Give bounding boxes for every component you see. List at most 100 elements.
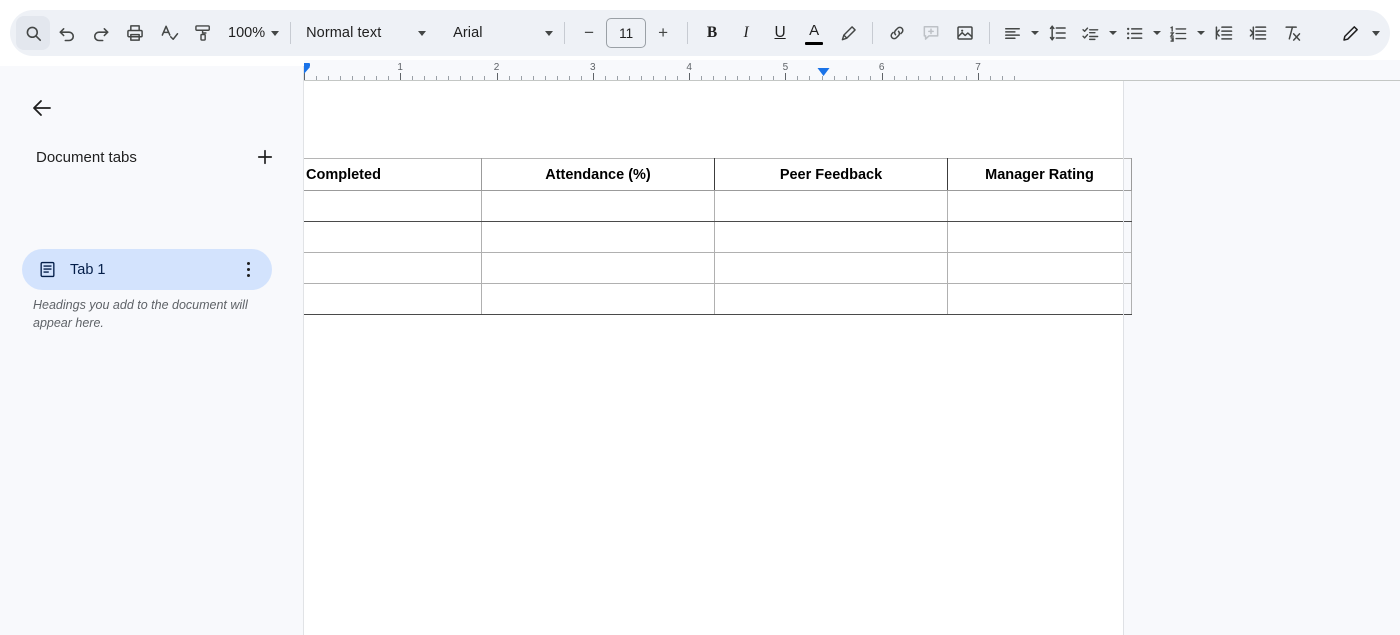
table-cell[interactable] — [482, 222, 715, 253]
table-cell[interactable] — [482, 191, 715, 222]
table-cell[interactable] — [948, 284, 1132, 315]
table-header-cell-attendance[interactable]: Attendance (%) — [482, 159, 715, 191]
align-left-icon — [1001, 16, 1023, 50]
increase-font-size-button[interactable]: + — [646, 16, 680, 50]
insert-link-icon[interactable] — [880, 16, 914, 50]
document-toolbar: 100% Normal text Arial − 11 + B — [0, 0, 1400, 66]
decrease-indent-icon[interactable] — [1207, 16, 1241, 50]
arrow-left-icon — [30, 96, 54, 120]
table-cell[interactable] — [304, 191, 482, 222]
table-cell[interactable] — [715, 191, 948, 222]
document-canvas[interactable]: Task Completed Attendance (%) Peer Feedb… — [304, 81, 1400, 635]
table-cell[interactable] — [948, 222, 1132, 253]
left-indent-marker[interactable] — [304, 67, 310, 75]
page-right-edge — [1123, 81, 1124, 635]
add-comment-icon[interactable] — [914, 16, 948, 50]
ruler-number: 2 — [494, 62, 500, 73]
checklist-control[interactable] — [1075, 16, 1119, 50]
back-button[interactable] — [22, 88, 62, 128]
clear-formatting-icon[interactable] — [1275, 16, 1309, 50]
ruler-number: 7 — [975, 62, 981, 73]
table-header-row: Task Completed Attendance (%) Peer Feedb… — [304, 159, 1132, 191]
document-ruler[interactable]: 1234567 — [304, 60, 1400, 81]
text-color-swatch — [805, 42, 823, 46]
ruler-number: 6 — [879, 62, 885, 73]
table-header-cell-peer-feedback[interactable]: Peer Feedback — [715, 159, 948, 191]
highlight-color-icon[interactable] — [831, 16, 865, 50]
document-tab-icon — [38, 260, 57, 279]
undo-icon[interactable] — [50, 16, 84, 50]
table-cell[interactable] — [715, 222, 948, 253]
numbered-list-control[interactable] — [1163, 16, 1207, 50]
ruler-number: 1 — [397, 62, 403, 73]
table-cell[interactable] — [482, 284, 715, 315]
table-cell[interactable] — [715, 284, 948, 315]
editing-mode-control[interactable] — [1332, 16, 1384, 50]
tab-options-icon[interactable] — [238, 259, 258, 281]
paint-format-icon[interactable] — [186, 16, 220, 50]
table-header-cell-task-completed[interactable]: Task Completed — [304, 159, 482, 191]
chevron-down-icon — [1197, 31, 1205, 35]
table-row — [304, 222, 1132, 253]
table-cell[interactable] — [948, 191, 1132, 222]
table-header-cell-manager-rating[interactable]: Manager Rating — [948, 159, 1132, 191]
toolbar-divider — [290, 22, 291, 44]
italic-button[interactable]: I — [729, 16, 763, 50]
table-cell[interactable] — [482, 253, 715, 284]
zoom-level-label: 100% — [228, 25, 265, 41]
table-cell[interactable] — [304, 222, 482, 253]
chevron-down-icon — [1153, 31, 1161, 35]
toolbar-pill: 100% Normal text Arial − 11 + B — [10, 10, 1390, 56]
document-tabs-hint: Headings you add to the document will ap… — [33, 296, 263, 332]
underline-label: U — [774, 24, 785, 42]
italic-label: I — [744, 24, 749, 42]
add-tab-button[interactable] — [250, 142, 280, 172]
font-size-value: 11 — [619, 26, 633, 41]
chevron-down-icon — [1109, 31, 1117, 35]
underline-button[interactable]: U — [763, 16, 797, 50]
table-cell[interactable] — [948, 253, 1132, 284]
increase-indent-icon[interactable] — [1241, 16, 1275, 50]
spellcheck-icon[interactable] — [152, 16, 186, 50]
document-table[interactable]: Task Completed Attendance (%) Peer Feedb… — [304, 158, 1132, 315]
checklist-icon — [1079, 16, 1101, 50]
print-icon[interactable] — [118, 16, 152, 50]
table-cell[interactable] — [304, 284, 482, 315]
redo-icon[interactable] — [84, 16, 118, 50]
text-color-label: A — [809, 22, 819, 39]
sidebar-item-tab-1[interactable]: Tab 1 — [22, 249, 272, 290]
increase-font-size-label: + — [658, 23, 668, 43]
font-size-input[interactable]: 11 — [606, 18, 646, 48]
chevron-down-icon — [545, 31, 553, 36]
edit-pencil-icon — [1338, 16, 1362, 50]
table-cell[interactable] — [715, 253, 948, 284]
numbered-list-icon — [1167, 16, 1189, 50]
right-indent-marker[interactable] — [818, 68, 830, 76]
insert-image-icon[interactable] — [948, 16, 982, 50]
font-family-label: Arial — [453, 25, 483, 41]
chevron-down-icon — [418, 31, 426, 36]
zoom-control[interactable]: 100% — [220, 16, 283, 50]
align-control[interactable] — [997, 16, 1041, 50]
document-tabs-header: Document tabs — [0, 142, 304, 172]
bulleted-list-control[interactable] — [1119, 16, 1163, 50]
ruler-track: 1234567 — [304, 60, 1400, 81]
bulleted-list-icon — [1123, 16, 1145, 50]
paragraph-style-control[interactable]: Normal text — [298, 16, 430, 50]
table-row — [304, 284, 1132, 315]
toolbar-divider — [989, 22, 990, 44]
line-spacing-icon[interactable] — [1041, 16, 1075, 50]
bold-label: B — [707, 24, 717, 42]
chevron-down-icon — [271, 31, 279, 36]
text-color-button[interactable]: A — [797, 16, 831, 50]
table-cell[interactable] — [304, 253, 482, 284]
document-page[interactable]: Task Completed Attendance (%) Peer Feedb… — [304, 81, 1123, 635]
decrease-font-size-button[interactable]: − — [572, 16, 606, 50]
bold-button[interactable]: B — [695, 16, 729, 50]
chevron-down-icon — [1372, 31, 1380, 36]
toolbar-divider — [687, 22, 688, 44]
search-icon[interactable] — [16, 16, 50, 50]
sidebar-item-label: Tab 1 — [70, 262, 225, 278]
ruler-number: 3 — [590, 62, 596, 73]
font-family-control[interactable]: Arial — [445, 16, 557, 50]
